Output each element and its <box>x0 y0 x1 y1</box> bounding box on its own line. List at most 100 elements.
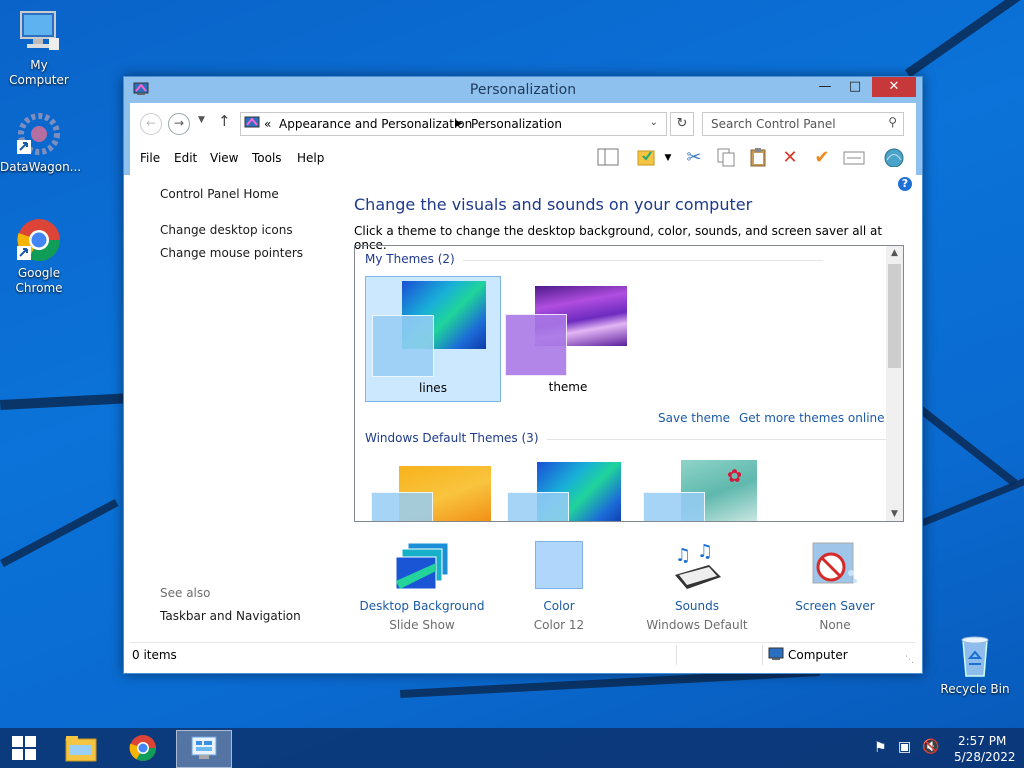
theme-color-swatch <box>643 492 705 521</box>
theme-lines-and-colors[interactable] <box>501 458 635 521</box>
desktop-icon-recycle-bin[interactable]: Recycle Bin <box>936 632 1014 697</box>
svg-text:♫: ♫ <box>675 545 691 566</box>
chrome-icon <box>129 735 157 762</box>
theme-lines[interactable]: lines <box>365 276 501 402</box>
status-divider <box>676 645 677 665</box>
change-desktop-icons-link[interactable]: Change desktop icons <box>160 223 293 237</box>
theme-color-swatch <box>372 315 434 377</box>
volume-muted-icon[interactable]: 🔇 <box>922 739 939 755</box>
save-theme-link[interactable]: Save theme <box>658 411 730 425</box>
address-row: ← → ▼ ↑ « Appearance and Personalization… <box>130 103 916 144</box>
breadcrumb-personalization[interactable]: Personalization <box>471 117 562 131</box>
wallpaper-streak <box>0 392 141 410</box>
desktop-background-item[interactable]: Desktop Background Slide Show <box>357 541 487 632</box>
resize-grip-icon[interactable]: ⋱ <box>905 655 914 665</box>
chevron-down-icon[interactable]: ▼ <box>656 147 680 169</box>
title-bar[interactable]: Personalization — □ ✕ <box>124 77 922 103</box>
window-content: ← → ▼ ↑ « Appearance and Personalization… <box>130 103 916 667</box>
desktop-background-value: Slide Show <box>389 618 455 632</box>
screen-saver-value: None <box>819 618 851 632</box>
menu-edit[interactable]: Edit <box>174 151 197 165</box>
theme-label: theme <box>548 380 588 394</box>
breadcrumb-separator: ▶ <box>455 118 463 129</box>
folder-options-icon[interactable] <box>634 147 658 169</box>
theme-list: My Themes (2) lines theme Save theme Get… <box>354 245 904 522</box>
clock-date[interactable]: 5/28/2022 <box>954 750 1016 764</box>
theme-color-swatch <box>507 492 569 521</box>
my-themes-header: My Themes (2) <box>365 252 822 266</box>
change-mouse-pointers-link[interactable]: Change mouse pointers <box>160 246 303 260</box>
checkmark-icon[interactable]: ✔ <box>810 147 834 169</box>
taskbar-file-explorer[interactable] <box>54 730 108 766</box>
scroll-down-arrow[interactable]: ▼ <box>886 509 903 519</box>
recent-pages-dropdown[interactable]: ▼ <box>198 115 205 125</box>
color-title: Color <box>543 599 575 613</box>
address-dropdown-icon[interactable]: ⌄ <box>650 117 658 128</box>
clock-time[interactable]: 2:57 PM <box>958 734 1006 748</box>
paste-icon[interactable] <box>746 147 770 169</box>
scroll-up-arrow[interactable]: ▲ <box>886 248 903 258</box>
network-icon[interactable]: ▣ <box>898 739 911 755</box>
page-heading: Change the visuals and sounds on your co… <box>354 195 753 214</box>
desktop-icon-my-computer[interactable]: My Computer <box>0 8 78 88</box>
theme-label: lines <box>419 381 447 395</box>
default-themes-header: Windows Default Themes (3) <box>365 431 903 445</box>
menu-help[interactable]: Help <box>297 151 324 165</box>
theme-windows[interactable] <box>365 458 499 521</box>
sounds-value: Windows Default <box>646 618 748 632</box>
address-bar[interactable]: « Appearance and Personalization ▶ Perso… <box>240 112 667 136</box>
theme-list-scrollbar[interactable]: ▲ ▼ <box>886 246 903 521</box>
copy-icon[interactable] <box>714 147 738 169</box>
taskbar-control-panel[interactable] <box>176 730 232 768</box>
delete-icon[interactable]: ✕ <box>778 147 802 169</box>
theme-flowers[interactable]: ✿ <box>637 458 771 521</box>
window-title: Personalization <box>469 82 577 98</box>
help-icon[interactable]: ? <box>898 177 912 191</box>
back-button[interactable]: ← <box>140 113 162 135</box>
get-more-themes-link[interactable]: Get more themes online <box>739 411 885 425</box>
forward-button[interactable]: → <box>168 113 190 135</box>
recycle-bin-icon <box>951 632 999 680</box>
action-center-flag-icon[interactable]: ⚑ <box>874 740 887 756</box>
search-placeholder: Search Control Panel <box>711 117 836 131</box>
screen-saver-item[interactable]: Screen Saver None <box>770 541 900 632</box>
color-item[interactable]: Color Color 12 <box>494 541 624 632</box>
sounds-item[interactable]: ♫ ♫ Sounds Windows Default <box>632 541 762 632</box>
menu-view[interactable]: View <box>210 151 238 165</box>
computer-icon <box>15 8 63 56</box>
control-panel-home-link[interactable]: Control Panel Home <box>160 187 279 201</box>
close-button[interactable]: ✕ <box>872 77 916 97</box>
scrollbar-thumb[interactable] <box>888 264 901 368</box>
cut-icon[interactable]: ✂ <box>682 147 706 169</box>
address-icon <box>244 116 260 133</box>
start-button[interactable] <box>0 730 48 766</box>
control-panel-icon <box>191 736 217 759</box>
desktop-icon-google-chrome[interactable]: Google Chrome <box>0 216 78 296</box>
flower-icon: ✿ <box>727 466 743 487</box>
maximize-button[interactable]: □ <box>840 77 870 97</box>
computer-icon <box>768 647 784 664</box>
minimize-button[interactable]: — <box>810 77 840 97</box>
breadcrumb-appearance[interactable]: Appearance and Personalization <box>279 117 472 131</box>
search-icon: ⚲ <box>888 115 897 129</box>
desktop-icon-datawagon[interactable]: DataWagon... <box>0 110 81 175</box>
taskbar-chrome[interactable] <box>116 730 170 766</box>
shell-icon[interactable] <box>882 147 906 169</box>
desktop-icon-label: Recycle Bin <box>940 682 1010 696</box>
sounds-title: Sounds <box>674 599 720 613</box>
taskbar-navigation-link[interactable]: Taskbar and Navigation <box>160 609 301 623</box>
status-divider <box>762 645 763 665</box>
breadcrumb-prefix[interactable]: « <box>264 117 271 131</box>
personalization-window: Personalization — □ ✕ ← → ▼ ↑ « Appearan… <box>123 76 923 674</box>
menu-tools[interactable]: Tools <box>252 151 282 165</box>
search-input[interactable]: Search Control Panel ⚲ <box>702 112 904 136</box>
svg-text:♫: ♫ <box>697 541 713 562</box>
screen-saver-title: Screen Saver <box>795 599 875 613</box>
chrome-icon <box>15 216 63 264</box>
up-button[interactable]: ↑ <box>218 112 231 130</box>
properties-icon[interactable] <box>842 147 866 169</box>
menu-file[interactable]: File <box>140 151 160 165</box>
preview-pane-icon[interactable] <box>596 147 620 169</box>
theme-theme[interactable]: theme <box>501 276 635 400</box>
refresh-button[interactable]: ↻ <box>670 112 694 136</box>
